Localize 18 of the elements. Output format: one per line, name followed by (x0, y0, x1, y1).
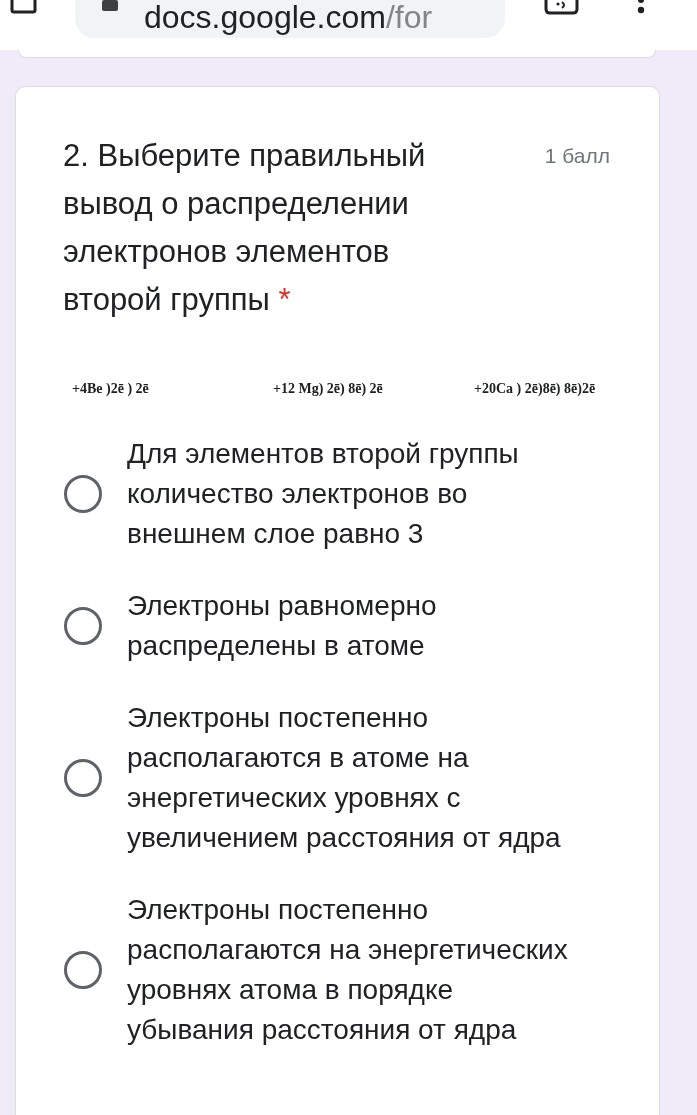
points-label: 1 балл (544, 143, 610, 169)
formula-text: +20Ca ) 2ē)8ē) 8ē)2ē (474, 381, 596, 396)
radio-button[interactable] (64, 759, 102, 797)
address-bar[interactable]: docs.google.com/for (75, 0, 505, 38)
url-text: docs.google.com/for (144, 0, 433, 34)
option-label: Электроны постепенно располагаются в атоме на энергетических уровнях с увеличением расстояния от ядра (127, 701, 562, 855)
lock-icon[interactable] (102, 0, 118, 11)
radio-button[interactable] (64, 475, 102, 513)
question-title: 2. Выберите правильный вывод о распределении электронов элементов второй группы * (63, 137, 427, 319)
radio-button[interactable] (64, 607, 102, 645)
rounded-square-icon[interactable] (543, 0, 580, 15)
option-label: Для элементов второй группы количество электронов во внешнем слое равно 3 (127, 437, 520, 551)
formula-text: +4Be )2ē ) 2ē (72, 381, 149, 396)
radio-button[interactable] (64, 951, 102, 989)
option-label: Электроны постепенно располагаются на энергетических уровнях атома в порядке убывания расстояния от ядра (127, 893, 569, 1047)
formula-text: +12 Mg) 2ē) 8ē) 2ē (273, 381, 383, 396)
more-menu-icon[interactable] (636, 0, 646, 16)
option-label: Электроны равномерно распределены в атоме (127, 589, 438, 663)
